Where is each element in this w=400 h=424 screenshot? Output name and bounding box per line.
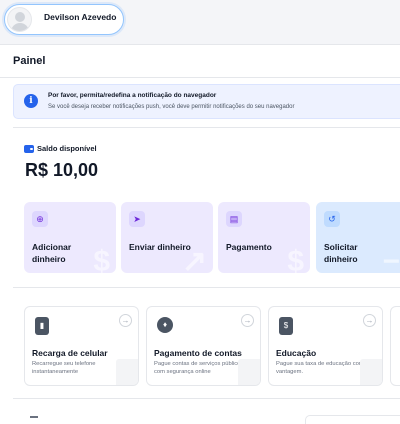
money-bag-icon: $ bbox=[279, 317, 293, 335]
notification-banner: i Por favor, permita/redefina a notifica… bbox=[13, 84, 400, 119]
send-money-card[interactable]: ➤ Enviar dinheiro ↗ bbox=[121, 202, 213, 273]
phone-icon: ▮ bbox=[35, 317, 49, 335]
action-label: dinheiro bbox=[324, 254, 358, 264]
request-money-icon: ↺ bbox=[324, 211, 340, 227]
phone-watermark-icon bbox=[116, 359, 138, 385]
wallet-icon bbox=[24, 145, 34, 153]
notice-title: Por favor, permita/redefina a notificaçã… bbox=[48, 92, 217, 99]
user-name: Devilson Azevedo bbox=[44, 12, 117, 22]
action-label: dinheiro bbox=[32, 254, 66, 264]
coin-watermark-icon: $ bbox=[93, 245, 110, 273]
education-card[interactable]: $ → Educação Pague sua taxa de educação … bbox=[268, 306, 383, 386]
arrow-right-icon[interactable]: → bbox=[119, 314, 132, 327]
invoice-watermark-icon: $ bbox=[287, 245, 304, 273]
service-description: Recarregue seu telefone instantaneamente bbox=[32, 361, 96, 375]
payment-doc-icon: ▤ bbox=[226, 211, 242, 227]
divider bbox=[13, 398, 400, 399]
send-watermark-icon: ↗ bbox=[181, 245, 207, 273]
service-card-partial[interactable] bbox=[390, 306, 400, 386]
service-description: Pague sua taxa de educação com vantagem. bbox=[276, 361, 364, 375]
add-money-icon: ⊕ bbox=[32, 211, 48, 227]
page-title: Painel bbox=[13, 55, 46, 67]
info-icon: i bbox=[24, 94, 38, 108]
filter-box[interactable] bbox=[305, 415, 400, 424]
service-title: Educação bbox=[276, 348, 317, 358]
coin-watermark-icon: − bbox=[382, 245, 400, 273]
action-label: Solicitar bbox=[324, 242, 358, 252]
arrow-right-icon[interactable]: → bbox=[363, 314, 376, 327]
flame-icon: ♦ bbox=[157, 317, 173, 333]
bill-payment-card[interactable]: ♦ → Pagamento de contas Pague contas de … bbox=[146, 306, 261, 386]
add-money-card[interactable]: ⊕ Adicionar dinheiro $ bbox=[24, 202, 116, 273]
divider bbox=[13, 287, 400, 288]
notice-text: Se você deseja receber notificações push… bbox=[48, 104, 295, 110]
balance-label: Saldo disponível bbox=[37, 144, 97, 153]
user-profile-chip[interactable]: Devilson Azevedo bbox=[4, 4, 124, 35]
divider bbox=[13, 127, 400, 128]
payment-card[interactable]: ▤ Pagamento $ bbox=[218, 202, 310, 273]
send-icon: ➤ bbox=[129, 211, 145, 227]
service-title: Recarga de celular bbox=[32, 348, 108, 358]
service-description: Pague contas de serviços públicos com se… bbox=[154, 361, 244, 375]
arrow-right-icon[interactable]: → bbox=[241, 314, 254, 327]
action-label: Pagamento bbox=[226, 242, 272, 252]
avatar bbox=[7, 7, 32, 32]
balance-value: R$ 10,00 bbox=[25, 160, 99, 180]
money-bag-watermark-icon bbox=[360, 359, 382, 385]
divider bbox=[0, 77, 400, 78]
service-title: Pagamento de contas bbox=[154, 348, 242, 358]
flame-watermark-icon bbox=[238, 359, 260, 385]
section-heading-fragment bbox=[30, 416, 38, 418]
mobile-recharge-card[interactable]: ▮ → Recarga de celular Recarregue seu te… bbox=[24, 306, 139, 386]
action-label: Adicionar bbox=[32, 242, 72, 252]
request-money-card[interactable]: ↺ Solicitar dinheiro − bbox=[316, 202, 400, 273]
